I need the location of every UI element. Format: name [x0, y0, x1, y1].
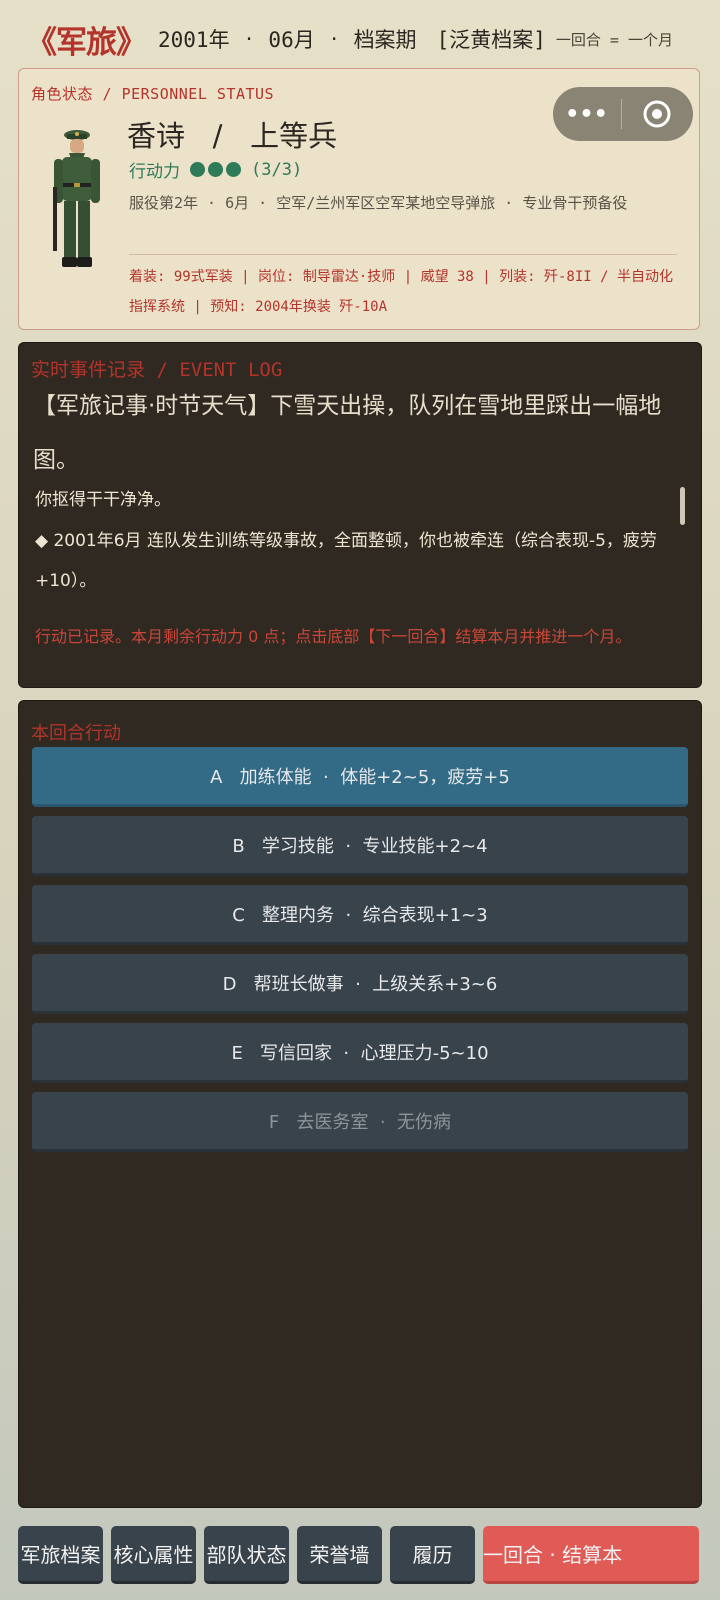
- archive-tag: [泛黄档案]: [436, 28, 546, 52]
- action-option-study-skills[interactable]: B 学习技能 · 专业技能+2~4: [32, 816, 688, 876]
- personnel-status-card: 角色状态 / PERSONNEL STATUS ••• 香诗 / 上等兵 行动力…: [18, 68, 700, 330]
- separator-dot: ·: [328, 28, 340, 50]
- event-log-label: 实时事件记录 / EVENT LOG: [31, 359, 283, 381]
- action-points-label: 行动力: [129, 162, 180, 182]
- event-line: 你抠得干干净净。: [35, 490, 171, 510]
- nav-core-attributes-button[interactable]: 核心属性: [111, 1526, 196, 1584]
- next-turn-button[interactable]: 一回合 · 结算本: [483, 1526, 699, 1584]
- personnel-section-label: 角色状态 / PERSONNEL STATUS: [31, 85, 275, 103]
- more-menu-button[interactable]: •••: [553, 102, 621, 127]
- turn-note: 一回合 = 一个月: [555, 30, 673, 49]
- character-name-rank: 香诗 / 上等兵: [127, 119, 338, 153]
- close-mini-program-button[interactable]: [622, 99, 692, 129]
- soldier-avatar: [53, 130, 100, 267]
- event-line: ◆ 2001年6月 连队发生训练等级事故，全面整顿，你也被牵连（综合表现-5，疲…: [35, 531, 657, 591]
- action-points-dots: [190, 162, 241, 177]
- action-option-infirmary: F 去医务室 · 无伤病: [32, 1092, 688, 1152]
- bottom-nav: 军旅档案 核心属性 部队状态 荣誉墙 履历 一回合 · 结算本: [18, 1526, 699, 1584]
- current-month: 06月: [268, 28, 315, 52]
- equipment-info: 着装: 99式军装 | 岗位: 制导雷达·技师 | 威望 38 | 列装: 歼-…: [129, 269, 674, 315]
- nav-resume-button[interactable]: 履历: [390, 1526, 475, 1584]
- nav-honor-wall-button[interactable]: 荣誉墙: [297, 1526, 382, 1584]
- action-point-dot: [190, 162, 205, 177]
- top-header: 《军旅》 2001年 · 06月 · 档案期 [泛黄档案] 一回合 = 一个月: [26, 18, 700, 61]
- action-option-train-fitness[interactable]: A 加练体能 · 体能+2~5，疲劳+5: [32, 747, 688, 807]
- game-phase: 档案期: [353, 28, 417, 52]
- action-points-row: 行动力 (3/3): [129, 157, 303, 183]
- action-point-dot: [208, 162, 223, 177]
- event-log-card[interactable]: 实时事件记录 / EVENT LOG 【军旅记事·时节天气】下雪天出操，队列在雪…: [18, 342, 702, 688]
- action-option-write-home[interactable]: E 写信回家 · 心理压力-5~10: [32, 1023, 688, 1083]
- event-notice: 行动已记录。本月剩余行动力 0 点；点击底部【下一回合】结算本月并推进一个月。: [35, 627, 632, 646]
- game-title: 《军旅》: [26, 24, 147, 61]
- nav-military-files-button[interactable]: 军旅档案: [18, 1526, 103, 1584]
- current-year: 2001年: [158, 28, 230, 52]
- mini-program-capsule: •••: [553, 87, 693, 141]
- action-option-help-squad-leader[interactable]: D 帮班长做事 · 上级关系+3~6: [32, 954, 688, 1014]
- event-headline: 【军旅记事·时节天气】下雪天出操，队列在雪地里踩出一幅地图。: [33, 393, 662, 473]
- action-point-dot: [226, 162, 241, 177]
- separator-dot: ·: [243, 28, 255, 50]
- service-info: 服役第2年 · 6月 · 空军/兰州军区空军某地空导弹旅 · 专业骨干预备役: [129, 194, 628, 212]
- turn-actions-label: 本回合行动: [31, 723, 121, 744]
- action-points-count: (3/3): [251, 159, 303, 180]
- event-log-scrollbar[interactable]: [680, 487, 685, 525]
- nav-unit-status-button[interactable]: 部队状态: [204, 1526, 289, 1584]
- action-option-tidy-quarters[interactable]: C 整理内务 · 综合表现+1~3: [32, 885, 688, 945]
- target-icon: [643, 100, 671, 128]
- turn-actions-card: 本回合行动 A 加练体能 · 体能+2~5，疲劳+5 B 学习技能 · 专业技能…: [18, 700, 702, 1508]
- card-divider: [129, 254, 677, 255]
